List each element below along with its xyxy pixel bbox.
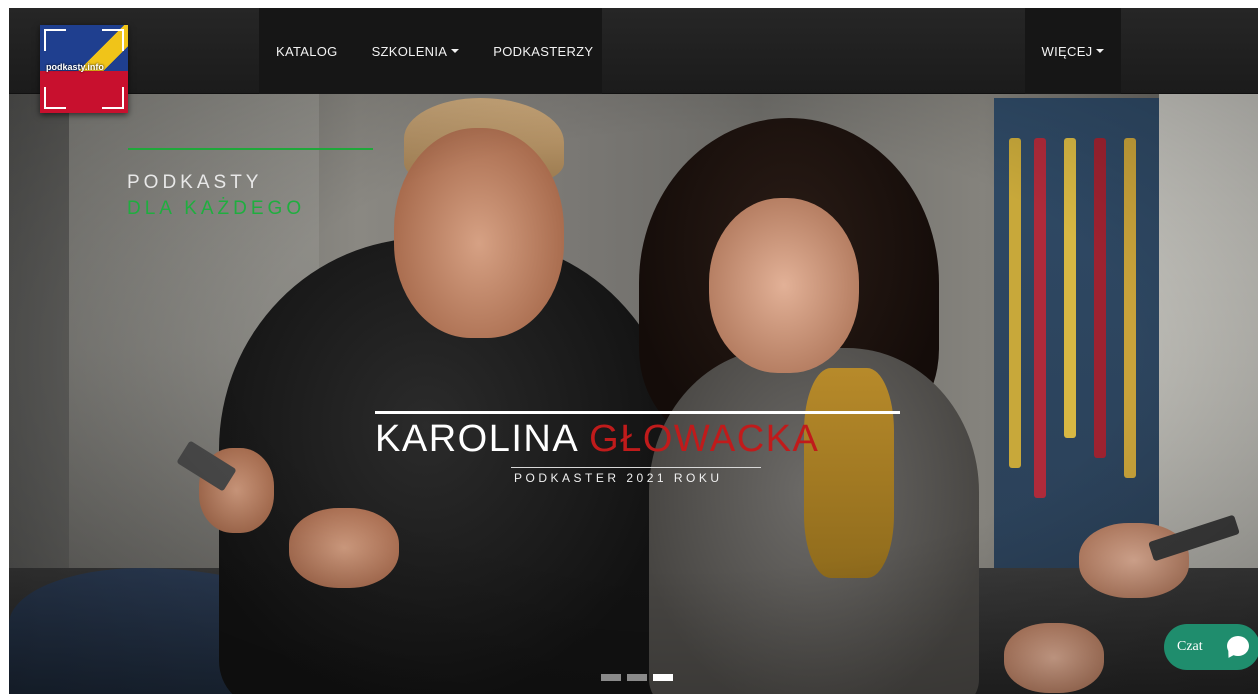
hero-title-last: GŁOWACKA	[589, 418, 820, 460]
nav-more: WIĘCEJ	[1025, 8, 1121, 94]
carousel-indicator-2[interactable]	[627, 674, 647, 681]
logo-corner	[102, 87, 124, 109]
logo-text: podkasty.info	[46, 62, 104, 72]
nav-item-label: PODKASTERZY	[493, 43, 594, 59]
hero-vignette	[9, 8, 1258, 694]
carousel-indicator-3[interactable]	[653, 674, 673, 681]
chat-button[interactable]: Czat	[1164, 624, 1258, 670]
hero-title-first: KAROLINA	[375, 418, 578, 460]
hero-title: KAROLINA GŁOWACKA	[375, 418, 819, 461]
page-frame: KATALOG SZKOLENIA PODKASTERZY WIĘCEJ pod…	[9, 8, 1258, 694]
carousel-indicators	[601, 674, 673, 681]
hero-subtitle: PODKASTER 2021 ROKU	[514, 471, 723, 485]
chat-label: Czat	[1177, 639, 1203, 654]
logo-corner	[44, 87, 66, 109]
tagline-divider	[128, 148, 373, 150]
nav-item-label: KATALOG	[276, 43, 338, 59]
tagline-line2: DLA KAŻDEGO	[127, 198, 306, 219]
nav-item-label: SZKOLENIA	[371, 43, 448, 59]
nav-item-szkolenia[interactable]: SZKOLENIA	[355, 8, 477, 94]
nav-main: KATALOG SZKOLENIA PODKASTERZY	[259, 8, 602, 94]
nav-item-katalog[interactable]: KATALOG	[259, 8, 355, 94]
nav-item-label: WIĘCEJ	[1041, 43, 1093, 59]
logo-corner	[44, 29, 66, 51]
nav-item-wiecej[interactable]: WIĘCEJ	[1025, 8, 1122, 94]
navbar: KATALOG SZKOLENIA PODKASTERZY WIĘCEJ	[9, 8, 1258, 94]
caret-down-icon	[451, 49, 460, 53]
hero-image	[9, 8, 1258, 694]
tagline-line1: PODKASTY	[127, 172, 263, 193]
subtitle-divider	[511, 467, 761, 468]
nav-item-podkasterzy[interactable]: PODKASTERZY	[476, 8, 610, 94]
title-divider	[375, 411, 900, 414]
caret-down-icon	[1096, 49, 1105, 53]
logo-corner	[102, 29, 124, 51]
site-logo[interactable]: podkasty.info	[40, 25, 128, 113]
carousel-indicator-1[interactable]	[601, 674, 621, 681]
